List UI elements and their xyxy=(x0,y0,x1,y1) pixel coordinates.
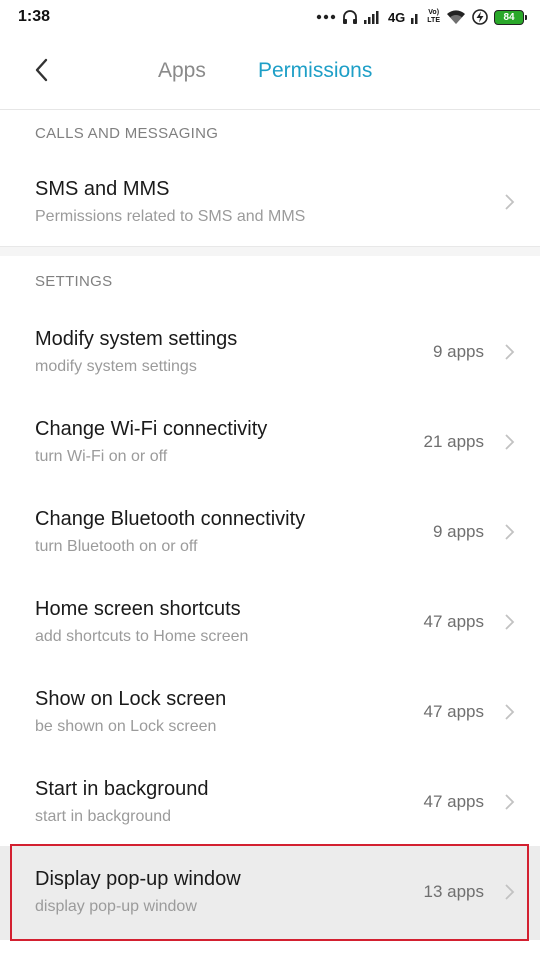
row-title: Change Wi-Fi connectivity xyxy=(35,418,268,440)
row-app-count: 47 apps xyxy=(423,702,485,721)
tab-permissions[interactable]: Permissions xyxy=(258,59,372,83)
section-label-calls-messaging: CALLS AND MESSAGING xyxy=(35,125,219,142)
row-subtitle: start in background xyxy=(35,808,172,825)
headphones-icon xyxy=(342,10,357,24)
permission-row-modify-system-settings[interactable]: Modify system settings modify system set… xyxy=(0,306,540,396)
network-type: 4G xyxy=(387,9,406,25)
chevron-right-icon xyxy=(505,344,515,360)
row-subtitle: add shortcuts to Home screen xyxy=(35,628,249,645)
header: Apps Permissions xyxy=(0,34,540,110)
chevron-right-icon xyxy=(505,524,515,540)
row-subtitle: be shown on Lock screen xyxy=(35,718,217,735)
chevron-right-icon xyxy=(505,434,515,450)
row-app-count: 9 apps xyxy=(432,342,484,361)
row-subtitle: turn Wi-Fi on or off xyxy=(35,448,168,465)
chevron-right-icon xyxy=(505,614,515,630)
row-app-count: 47 apps xyxy=(423,612,485,631)
permission-row-sms-mms[interactable]: SMS and MMS Permissions related to SMS a… xyxy=(0,158,540,248)
status-time: 1:38 xyxy=(18,8,51,25)
signal-icon xyxy=(363,11,379,24)
more-notifications-icon xyxy=(316,14,336,20)
battery-icon: 84 xyxy=(494,9,527,25)
row-subtitle: Permissions related to SMS and MMS xyxy=(35,208,306,225)
charging-icon xyxy=(472,9,488,25)
section-divider xyxy=(0,246,540,256)
row-title: Start in background xyxy=(35,778,209,800)
chevron-right-icon xyxy=(505,194,515,210)
status-icons: 4G Vo) LTE 84 xyxy=(316,6,527,28)
section-label-settings: SETTINGS xyxy=(35,273,113,290)
row-title: Home screen shortcuts xyxy=(35,598,241,620)
row-title: Change Bluetooth connectivity xyxy=(35,508,306,530)
permission-row-start-in-background[interactable]: Start in background start in background … xyxy=(0,756,540,846)
back-arrow-icon[interactable] xyxy=(30,56,58,84)
permission-row-home-screen-shortcuts[interactable]: Home screen shortcuts add shortcuts to H… xyxy=(0,576,540,666)
tab-apps[interactable]: Apps xyxy=(158,59,206,83)
row-app-count: 9 apps xyxy=(432,522,484,541)
permission-row-change-wifi[interactable]: Change Wi-Fi connectivity turn Wi-Fi on … xyxy=(0,396,540,486)
chevron-right-icon xyxy=(505,794,515,810)
highlight-annotation-box xyxy=(10,844,529,941)
row-title: SMS and MMS xyxy=(35,178,170,200)
volte-icon: Vo) LTE xyxy=(427,9,440,24)
row-subtitle: turn Bluetooth on or off xyxy=(35,538,198,555)
status-bar: 1:38 4G Vo) LTE 84 xyxy=(0,0,540,34)
chevron-right-icon xyxy=(505,704,515,720)
permission-row-change-bluetooth[interactable]: Change Bluetooth connectivity turn Bluet… xyxy=(0,486,540,576)
row-app-count: 47 apps xyxy=(423,792,485,811)
signal-icon-2 xyxy=(411,14,418,24)
row-app-count: 21 apps xyxy=(423,432,485,451)
row-title: Modify system settings xyxy=(35,328,238,350)
row-subtitle: modify system settings xyxy=(35,358,197,375)
row-title: Show on Lock screen xyxy=(35,688,227,710)
wifi-icon xyxy=(447,10,465,24)
permission-row-show-on-lock-screen[interactable]: Show on Lock screen be shown on Lock scr… xyxy=(0,666,540,756)
